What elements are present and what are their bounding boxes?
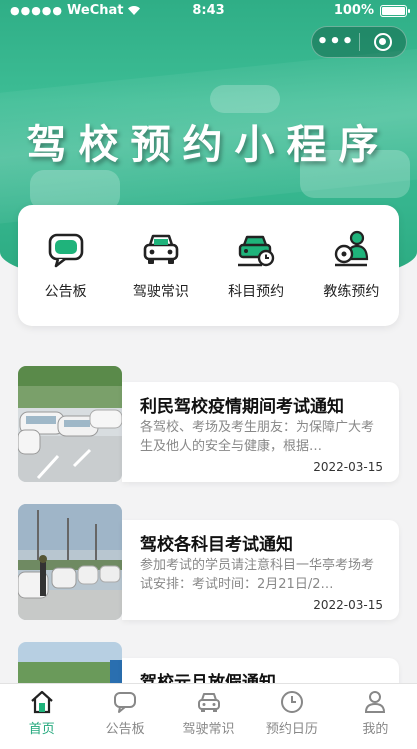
battery-icon — [380, 4, 410, 17]
tab-booking-calendar[interactable]: 预约日历 — [250, 684, 333, 749]
phone-screen: ●●●●● WeChat 8:43 100% ••• 驾校预约小程序 公告板 驾… — [0, 0, 417, 749]
chat-icon — [114, 692, 137, 713]
tab-mine[interactable]: 我的 — [334, 684, 417, 749]
car-clock-icon — [238, 235, 275, 267]
bulletin-icon — [48, 233, 83, 268]
tab-label: 公告板 — [105, 722, 145, 737]
news-card: 利民驾校疫情期间考试通知 各驾校、考场及考生朋友：为保障广大考生及他人的安全与健… — [122, 382, 399, 482]
tab-label: 驾驶常识 — [182, 722, 235, 737]
more-menu-button[interactable]: ••• — [312, 26, 359, 58]
news-thumbnail — [18, 366, 122, 482]
news-item[interactable]: 驾校各科目考试通知 参加考试的学员请注意科目一华亭考场考试安排：考试时间：2月2… — [18, 504, 399, 620]
tab-label: 首页 — [28, 722, 55, 737]
menu-item-coach-booking[interactable]: 教练预约 — [304, 205, 399, 326]
coach-icon — [335, 230, 369, 267]
car-icon — [197, 693, 220, 712]
news-date: 2022-03-15 — [313, 598, 383, 612]
news-summary: 各驾校、考场及考生朋友：为保障广大考生及他人的安全与健康，根据… — [140, 420, 375, 454]
clock-icon — [280, 691, 303, 713]
target-icon — [373, 33, 392, 51]
bottom-tab-bar: 首页 公告板 驾驶常识 预约日历 我的 — [0, 683, 417, 749]
menu-item-bulletin[interactable]: 公告板 — [18, 205, 113, 326]
menu-item-subject-booking[interactable]: 科目预约 — [209, 205, 304, 326]
news-title: 驾校各科目考试通知 — [140, 535, 293, 555]
news-title: 利民驾校疫情期间考试通知 — [140, 397, 344, 417]
tab-label: 预约日历 — [265, 722, 318, 737]
page-title: 驾校预约小程序 — [26, 121, 391, 168]
tab-label: 我的 — [362, 722, 389, 737]
tab-bulletin[interactable]: 公告板 — [83, 684, 166, 749]
home-icon — [30, 690, 53, 714]
tab-home[interactable]: 首页 — [0, 684, 83, 749]
news-thumbnail — [18, 504, 122, 620]
battery-percent: 100% — [333, 3, 374, 18]
quick-menu: 公告板 驾驶常识 科目预约 教练预约 — [18, 205, 399, 326]
close-miniprogram-button[interactable] — [360, 33, 406, 51]
news-item[interactable]: 利民驾校疫情期间考试通知 各驾校、考场及考生朋友：为保障广大考生及他人的安全与健… — [18, 366, 399, 482]
menu-item-driving-knowledge[interactable]: 驾驶常识 — [113, 205, 208, 326]
menu-item-label: 科目预约 — [228, 284, 285, 300]
car-icon — [143, 234, 179, 264]
tab-driving-knowledge[interactable]: 驾驶常识 — [167, 684, 250, 749]
menu-item-label: 公告板 — [44, 284, 87, 300]
news-summary: 参加考试的学员请注意科目一华亭考场考试安排：考试时间：2月21日/2… — [140, 558, 375, 592]
menu-item-label: 驾驶常识 — [132, 284, 189, 300]
news-card: 驾校各科目考试通知 参加考试的学员请注意科目一华亭考场考试安排：考试时间：2月2… — [122, 520, 399, 620]
miniprogram-capsule: ••• — [311, 26, 407, 58]
menu-item-label: 教练预约 — [323, 284, 380, 300]
user-icon — [365, 691, 386, 713]
status-bar: ●●●●● WeChat 8:43 100% — [0, 0, 417, 22]
news-date: 2022-03-15 — [313, 460, 383, 474]
